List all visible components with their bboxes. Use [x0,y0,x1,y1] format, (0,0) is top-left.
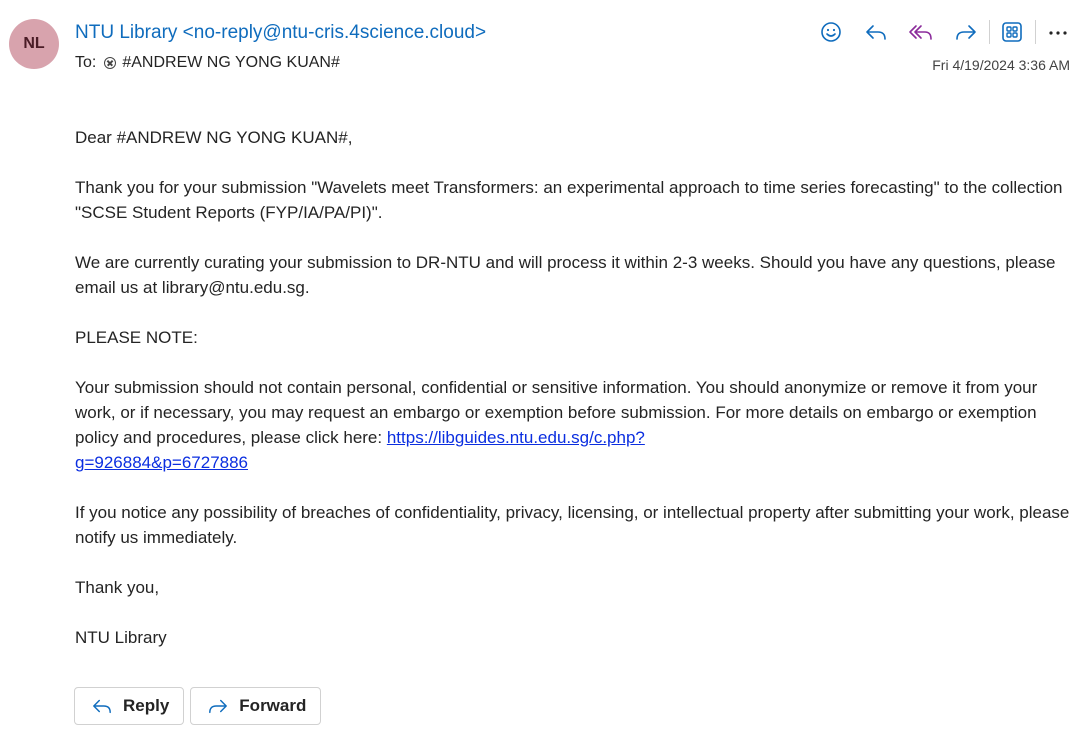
toolbar-divider [989,20,990,44]
message-body: Dear #ANDREW NG YONG KUAN#, Thank you fo… [75,125,1070,675]
to-label: To: [75,54,97,71]
apps-icon[interactable] [994,16,1030,48]
reply-icon[interactable] [858,16,894,48]
remove-recipient-icon[interactable] [104,57,117,69]
greeting: Dear #ANDREW NG YONG KUAN#, [75,128,353,147]
avatar[interactable]: NL [9,19,59,69]
email-reading-pane: NL NTU Library <no-reply@ntu-cris.4scien… [0,0,1090,733]
closing: Thank you, [75,578,160,597]
forward-button[interactable]: Forward [190,687,322,725]
forward-icon[interactable] [948,16,984,48]
recipient-name[interactable]: #ANDREW NG YONG KUAN# [122,54,340,72]
libguides-link-line1: https://libguides.ntu.edu.sg/c.php? [386,428,645,447]
reply-button[interactable]: Reply [74,687,185,725]
reply-button-label: Reply [123,696,170,715]
paragraph-confidentiality: Your submission should not contain perso… [75,375,1070,475]
more-icon[interactable] [1040,16,1076,48]
avatar-initials: NL [23,35,45,52]
sent-date: Fri 4/19/2024 3:36 AM [932,57,1070,73]
paragraph-curating: We are currently curating your submissio… [75,253,1056,297]
message-toolbar [813,16,1085,48]
paragraph-submission: Thank you for your submission "Wavelets … [75,178,1063,222]
message-actions: Reply Forward [74,687,327,725]
signature: NTU Library [75,628,167,647]
reply-all-icon[interactable] [903,16,939,48]
emoji-icon[interactable] [813,16,849,48]
paragraph-breaches: If you notice any possibility of breache… [75,503,1070,547]
forward-icon [209,699,228,714]
sender-name[interactable]: NTU Library <no-reply@ntu-cris.4science.… [75,22,486,44]
forward-button-label: Forward [239,696,307,715]
note-heading: PLEASE NOTE: [75,328,198,347]
libguides-link-line2: g=926884&p=6727886 [75,453,249,472]
reply-icon [93,699,111,714]
toolbar-divider [1035,20,1036,44]
recipient-line: To: #ANDREW NG YONG KUAN# [75,54,340,72]
